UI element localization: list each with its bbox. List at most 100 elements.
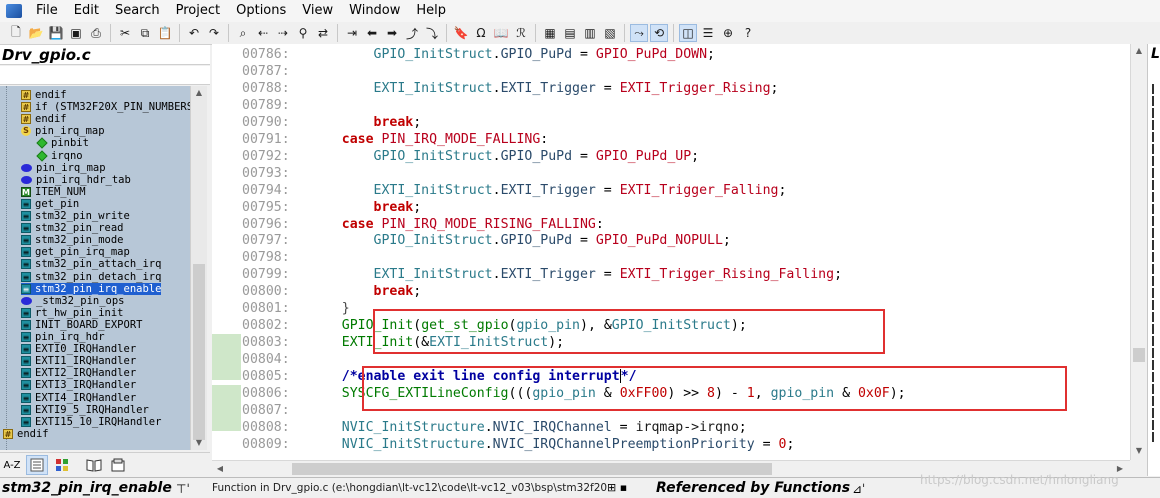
code-line[interactable]: 00786: GPIO_InitStruct.GPIO_PuPd = GPIO_… [212, 46, 1130, 63]
menu-view[interactable]: View [294, 0, 341, 22]
tree-item[interactable]: _stm32_pin_ops [21, 295, 125, 307]
category-icon[interactable] [52, 456, 72, 474]
menu-edit[interactable]: Edit [66, 0, 107, 22]
code-line[interactable]: 00800: break; [212, 283, 1130, 300]
scroll-down-icon[interactable]: ▼ [191, 436, 207, 450]
tree-item[interactable]: # endif [21, 89, 67, 101]
tree-item[interactable]: ≡ EXTI2_IRQHandler [21, 367, 136, 379]
help-icon[interactable]: ? [739, 24, 757, 42]
tree-item[interactable]: pinbit [36, 137, 89, 149]
find-files-icon[interactable]: ⚲ [294, 24, 312, 42]
open-icon[interactable]: 📂 [27, 24, 45, 42]
tree-item[interactable]: ≡ stm32_pin_write [21, 210, 130, 222]
code-line[interactable]: 00797: GPIO_InitStruct.GPIO_PuPd = GPIO_… [212, 232, 1130, 249]
sync-icon[interactable]: ⟲ [650, 24, 668, 42]
reference-options-icon[interactable]: ⊿ˈ [852, 482, 865, 496]
replace-icon[interactable]: ⇄ [314, 24, 332, 42]
goto-line-icon[interactable]: ⇥ [343, 24, 361, 42]
tree-item[interactable]: pin_irq_hdr_tab [21, 174, 131, 186]
split-icon[interactable]: ▥ [581, 24, 599, 42]
menu-options[interactable]: Options [228, 0, 294, 22]
scroll-left-icon[interactable]: ◀ [212, 461, 228, 477]
symbol-list-icon[interactable] [26, 455, 48, 475]
tree-item[interactable]: irqno [36, 150, 83, 162]
code-line[interactable]: 00796: case PIN_IRQ_MODE_RISING_FALLING: [212, 216, 1130, 233]
tree-item[interactable]: ≡ rt_hw_pin_init [21, 307, 124, 319]
jump-icon[interactable]: ⤴ [403, 24, 421, 42]
tree-item[interactable]: ≡ pin_irq_hdr [21, 331, 105, 343]
menu-file[interactable]: File [28, 0, 66, 22]
code-line[interactable]: 00795: break; [212, 199, 1130, 216]
tree-item[interactable]: ≡ EXTI0_IRQHandler [21, 343, 136, 355]
code-line[interactable]: 00787: [212, 63, 1130, 80]
bookmark-icon[interactable]: 🔖 [452, 24, 470, 42]
symbol-type-icon[interactable]: ⊤ˈ [176, 482, 190, 496]
location-options-icon[interactable]: ⊞ ▪ [607, 481, 627, 494]
sort-alpha-button[interactable]: A-Z [2, 456, 22, 474]
print-icon[interactable]: ⎙ [87, 24, 105, 42]
tree-item[interactable]: ≡ INIT_BOARD_EXPORT [21, 319, 142, 331]
forward-icon[interactable]: ➡ [383, 24, 401, 42]
scrollbar-thumb[interactable] [1133, 348, 1145, 362]
jump-back-icon[interactable]: ⤵ [423, 24, 441, 42]
outline-icon[interactable]: ☰ [699, 24, 717, 42]
code-line[interactable]: 00793: [212, 165, 1130, 182]
tree-item[interactable]: ≡ stm32_pin_irq_enable [21, 282, 162, 295]
scrollbar-thumb[interactable] [292, 463, 772, 475]
editor-vertical-scrollbar[interactable]: ▲ ▼ [1130, 44, 1147, 460]
tree-item[interactable]: # if (STM32F20X_PIN_NUMBERS [21, 101, 190, 113]
save-icon[interactable]: 💾 [47, 24, 65, 42]
save-all-icon[interactable]: ▣ [67, 24, 85, 42]
menu-search[interactable]: Search [107, 0, 168, 22]
find-next-icon[interactable]: ⇢ [274, 24, 292, 42]
cut-icon[interactable]: ✂ [116, 24, 134, 42]
scroll-up-icon[interactable]: ▲ [1131, 44, 1147, 58]
tile-icon[interactable]: ▤ [561, 24, 579, 42]
code-line[interactable]: 00809: NVIC_InitStructure.NVIC_IRQChanne… [212, 436, 1130, 453]
new-file-icon[interactable]: 🗋 [7, 24, 25, 42]
tree-item[interactable]: # endif [3, 428, 49, 440]
symbol-tree-scrollbar[interactable]: ▲ ▼ [190, 86, 207, 450]
copy-icon[interactable]: ⧉ [136, 24, 154, 42]
tree-item[interactable]: pin_irq_map [21, 162, 106, 174]
context-icon[interactable] [108, 456, 128, 474]
lookup-icon[interactable]: ⊕ [719, 24, 737, 42]
tree-item[interactable]: ≡ EXTI4_IRQHandler [21, 392, 136, 404]
code-line[interactable]: 00792: GPIO_InitStruct.GPIO_PuPd = GPIO_… [212, 148, 1130, 165]
symbol-filter-input[interactable] [0, 66, 210, 85]
tree-item[interactable]: Spin_irq_map [21, 125, 105, 137]
tree-item[interactable]: ≡ get_pin_irq_map [21, 246, 130, 258]
code-line[interactable]: 00789: [212, 97, 1130, 114]
browse-icon[interactable]: 📖 [492, 24, 510, 42]
symbol-icon[interactable]: Ω [472, 24, 490, 42]
tree-item[interactable]: ≡ stm32_pin_detach_irq [21, 271, 161, 283]
find-icon[interactable]: ⌕ [234, 24, 252, 42]
tree-item[interactable]: ≡ stm32_pin_mode [21, 234, 124, 246]
project-icon[interactable]: ◫ [679, 24, 697, 42]
reference-icon[interactable]: ℛ [512, 24, 530, 42]
code-line[interactable]: 00791: case PIN_IRQ_MODE_FALLING: [212, 131, 1130, 148]
code-line[interactable]: 00794: EXTI_InitStruct.EXTI_Trigger = EX… [212, 182, 1130, 199]
tree-item[interactable]: ≡ EXTI3_IRQHandler [21, 379, 136, 391]
menu-help[interactable]: Help [408, 0, 454, 22]
layout-icon[interactable]: ▧ [601, 24, 619, 42]
scroll-up-icon[interactable]: ▲ [191, 86, 207, 100]
back-icon[interactable]: ⬅ [363, 24, 381, 42]
tree-item[interactable]: ≡ stm32_pin_read [21, 222, 124, 234]
redo-icon[interactable]: ↷ [205, 24, 223, 42]
tree-item[interactable]: ≡ stm32_pin_attach_irq [21, 258, 161, 270]
paste-icon[interactable]: 📋 [156, 24, 174, 42]
code-line[interactable]: 00798: [212, 249, 1130, 266]
code-line[interactable]: 00799: EXTI_InitStruct.EXTI_Trigger = EX… [212, 266, 1130, 283]
tree-item[interactable]: ≡ get_pin [21, 198, 79, 210]
undo-icon[interactable]: ↶ [185, 24, 203, 42]
scrollbar-thumb[interactable] [193, 264, 205, 440]
scroll-down-icon[interactable]: ▼ [1131, 444, 1147, 458]
tree-item[interactable]: ≡ EXTI15_10_IRQHandler [21, 416, 161, 428]
code-line[interactable]: 00808: NVIC_InitStructure.NVIC_IRQChanne… [212, 419, 1130, 436]
tree-item[interactable]: ≡ EXTI9_5_IRQHandler [21, 404, 149, 416]
relation-icon[interactable]: ⤳ [630, 24, 648, 42]
find-prev-icon[interactable]: ⇠ [254, 24, 272, 42]
code-line[interactable]: 00790: break; [212, 114, 1130, 131]
book-icon[interactable] [84, 456, 104, 474]
